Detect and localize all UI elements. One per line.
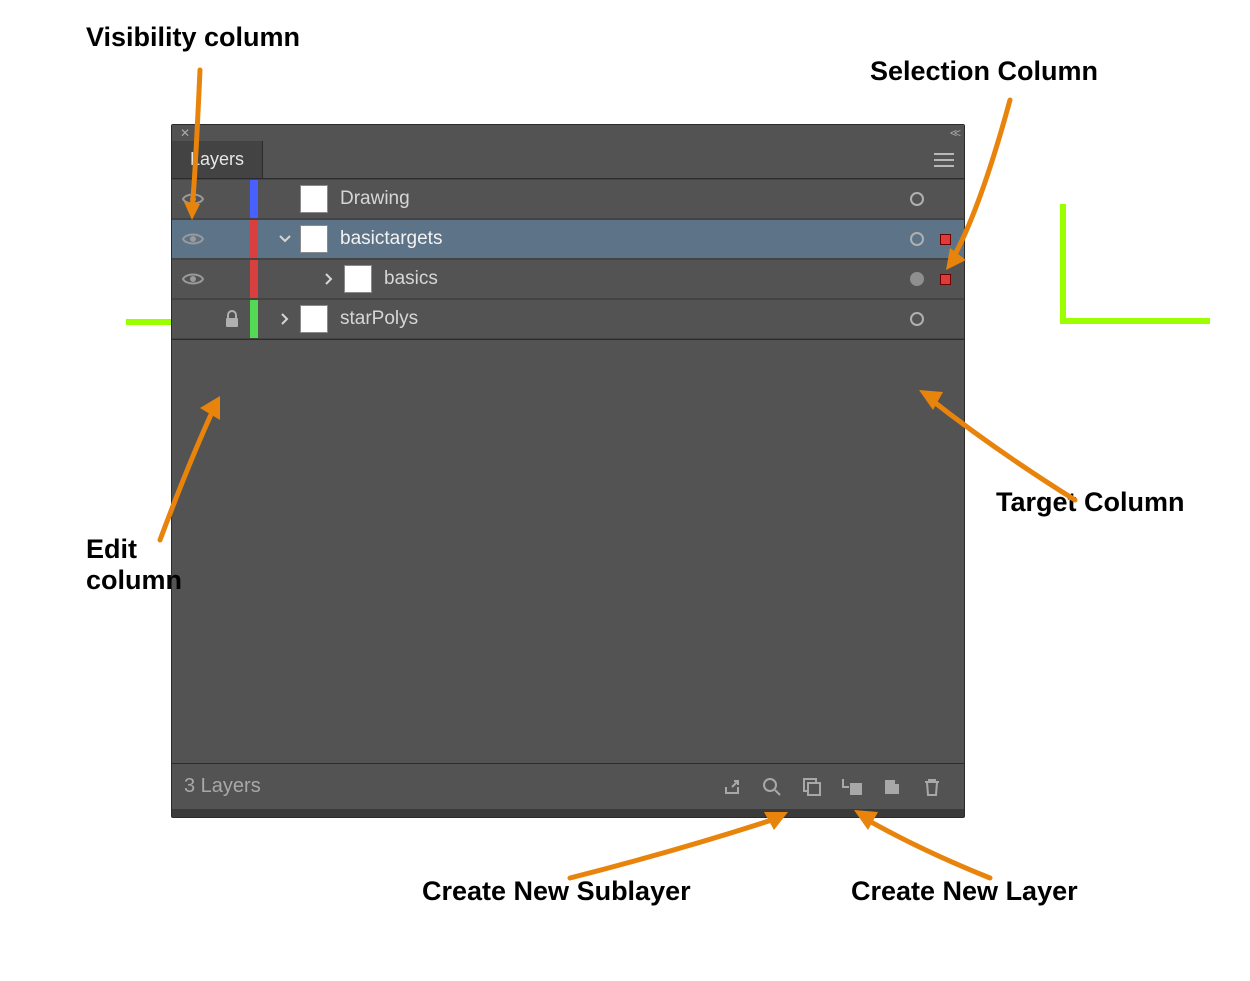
layer-row[interactable]: basictargets <box>172 219 964 259</box>
chevron-down-icon[interactable] <box>270 234 300 244</box>
layer-name[interactable]: starPolys <box>338 308 902 330</box>
close-icon[interactable]: ✕ <box>178 126 192 140</box>
layer-row[interactable]: basics <box>172 259 964 299</box>
target-button[interactable] <box>902 192 932 206</box>
annotation-new-layer: Create New Layer <box>851 876 1078 907</box>
layer-color-indicator <box>250 300 258 338</box>
annotation-new-sublayer: Create New Sublayer <box>422 876 691 907</box>
trash-icon[interactable] <box>912 772 952 802</box>
selection-indicator[interactable] <box>932 274 958 285</box>
layer-thumbnail[interactable] <box>300 225 328 253</box>
new-sublayer-button[interactable] <box>832 772 872 802</box>
layer-row[interactable]: starPolys <box>172 299 964 339</box>
green-corner-right <box>1060 204 1210 324</box>
target-button[interactable] <box>902 232 932 246</box>
layer-name[interactable]: basics <box>382 268 902 290</box>
annotation-selection: Selection Column <box>870 56 1098 87</box>
layer-name[interactable]: Drawing <box>338 188 902 210</box>
visibility-toggle[interactable] <box>172 271 214 287</box>
visibility-toggle[interactable] <box>172 191 214 207</box>
green-corner-left <box>126 319 176 325</box>
target-button[interactable] <box>902 312 932 326</box>
annotation-visibility: Visibility column <box>86 22 300 53</box>
layer-color-indicator <box>250 180 258 218</box>
layers-panel: ✕ << Layers Drawing basictargets basics sta… <box>171 124 965 818</box>
layer-color-indicator <box>250 260 258 298</box>
new-layer-button[interactable] <box>872 772 912 802</box>
export-icon[interactable] <box>712 772 752 802</box>
collapse-icon[interactable]: << <box>950 126 958 140</box>
resize-grip[interactable] <box>172 809 964 817</box>
annotation-target: Target Column <box>996 487 1185 518</box>
panel-menu-icon[interactable] <box>924 141 964 178</box>
layer-row[interactable]: Drawing <box>172 179 964 219</box>
annotation-edit: Edit column <box>86 534 216 596</box>
layers-tab[interactable]: Layers <box>172 141 263 178</box>
layer-thumbnail[interactable] <box>300 185 328 213</box>
lock-toggle[interactable] <box>214 310 250 328</box>
search-icon[interactable] <box>752 772 792 802</box>
visibility-toggle[interactable] <box>172 231 214 247</box>
collect-icon[interactable] <box>792 772 832 802</box>
layer-thumbnail[interactable] <box>300 305 328 333</box>
selection-indicator[interactable] <box>932 234 958 245</box>
chevron-right-icon[interactable] <box>314 272 344 286</box>
target-button[interactable] <box>902 272 932 286</box>
chevron-right-icon[interactable] <box>270 312 300 326</box>
layer-count-label: 3 Layers <box>184 775 261 798</box>
layer-color-indicator <box>250 220 258 258</box>
layer-name[interactable]: basictargets <box>338 228 902 250</box>
layer-thumbnail[interactable] <box>344 265 372 293</box>
